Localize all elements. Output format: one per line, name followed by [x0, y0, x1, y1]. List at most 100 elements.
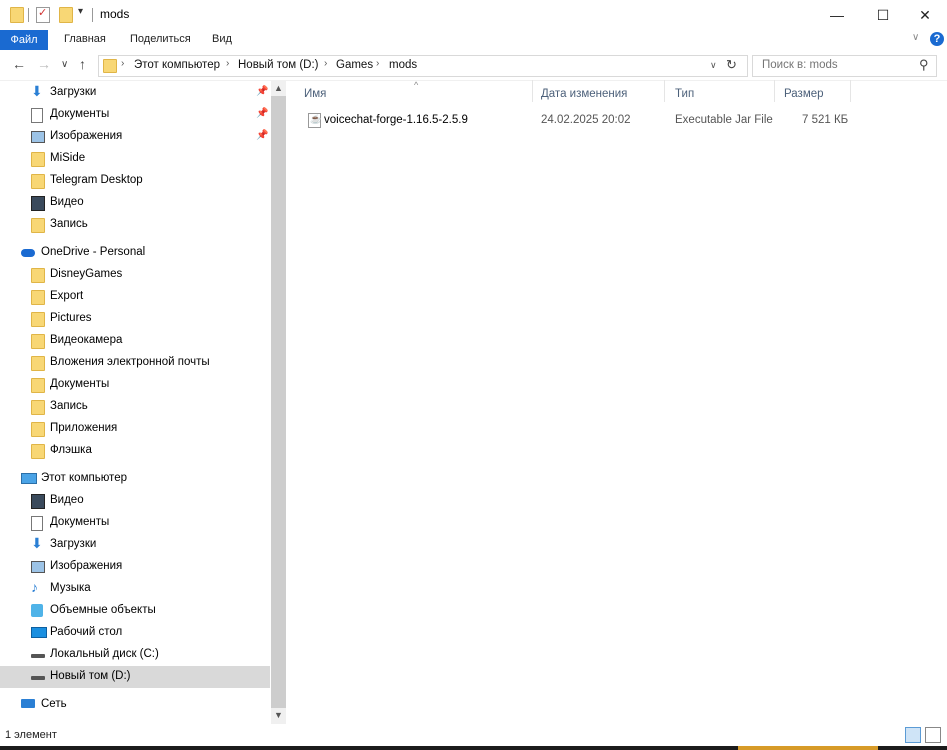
computer-icon	[21, 473, 37, 484]
breadcrumb-this-pc[interactable]: Этот компьютер	[134, 59, 220, 71]
help-icon[interactable]: ?	[930, 32, 944, 46]
recent-locations-button[interactable]: ∨	[61, 59, 68, 70]
address-bar[interactable]: › Этот компьютер › Новый том (D:) › Game…	[98, 55, 748, 77]
video-icon	[31, 494, 45, 509]
sidebar-item-local-disk-c[interactable]: Локальный диск (C:)	[0, 644, 270, 666]
sidebar-item-pc-music[interactable]: ♪ Музыка	[0, 578, 270, 600]
network-icon	[21, 699, 35, 708]
file-date: 24.02.2025 20:02	[541, 114, 631, 126]
breadcrumb-mods[interactable]: mods	[389, 59, 417, 71]
scroll-down-arrow-icon[interactable]: ▼	[274, 710, 283, 720]
tab-share[interactable]: Поделиться	[130, 33, 191, 45]
documents-icon	[31, 108, 43, 123]
sidebar-item-apps[interactable]: Приложения	[0, 418, 270, 440]
customize-toolbar-icon[interactable]: ▾	[78, 6, 83, 17]
pictures-icon	[31, 131, 45, 143]
column-header-date[interactable]: Дата изменения	[541, 88, 627, 100]
scrollbar-thumb[interactable]	[271, 96, 286, 708]
sidebar-item-documents-onedrive[interactable]: Документы	[0, 374, 270, 396]
breadcrumb-separator: ›	[226, 58, 230, 69]
refresh-icon[interactable]: ↻	[726, 57, 737, 73]
column-divider[interactable]	[850, 80, 851, 102]
sidebar-item-documents[interactable]: Документы 📌	[0, 104, 270, 126]
close-button[interactable]: ✕	[903, 0, 947, 30]
ribbon-expand-icon[interactable]: ∨	[912, 32, 919, 43]
pin-icon: 📌	[256, 130, 269, 141]
tab-home[interactable]: Главная	[64, 33, 106, 45]
sidebar-item-pictures[interactable]: Изображения 📌	[0, 126, 270, 148]
forward-button[interactable]: →	[37, 56, 51, 72]
ribbon: Файл Главная Поделиться Вид ∨ ?	[0, 30, 947, 50]
sidebar-item-pc-pictures[interactable]: Изображения	[0, 556, 270, 578]
sidebar-item-downloads[interactable]: ⬇ Загрузки 📌	[0, 82, 270, 104]
pin-icon: 📌	[256, 86, 269, 97]
navigation-pane: ⬇ Загрузки 📌 Документы 📌 Изображения 📌 M…	[0, 80, 286, 724]
pin-icon: 📌	[256, 108, 269, 119]
file-name: voicechat-forge-1.16.5-2.5.9	[324, 114, 468, 126]
details-view-icon[interactable]	[905, 727, 921, 743]
up-button[interactable]: ↑	[79, 56, 86, 72]
download-icon: ⬇	[31, 83, 43, 99]
scroll-up-arrow-icon[interactable]: ▲	[274, 83, 283, 93]
sort-ascending-icon: ^	[414, 80, 419, 90]
breadcrumb-separator: ›	[121, 58, 125, 69]
sidebar-item-recording-onedrive[interactable]: Запись	[0, 396, 270, 418]
sidebar-item-pictures-onedrive[interactable]: Pictures	[0, 308, 270, 330]
sidebar-item-video[interactable]: Видео	[0, 192, 270, 214]
taskbar-active-app[interactable]	[738, 746, 878, 750]
sidebar-item-pc-documents[interactable]: Документы	[0, 512, 270, 534]
sidebar-item-volume-d[interactable]: Новый том (D:)	[0, 666, 270, 688]
3d-objects-icon	[31, 604, 43, 617]
breadcrumb-separator: ›	[324, 58, 328, 69]
column-divider[interactable]	[664, 80, 665, 102]
sidebar-item-pc-video[interactable]: Видео	[0, 490, 270, 512]
column-header-size[interactable]: Размер	[784, 88, 824, 100]
sidebar-item-email-attachments[interactable]: Вложения электронной почты	[0, 352, 270, 374]
column-divider[interactable]	[774, 80, 775, 102]
address-dropdown-icon[interactable]: ∨	[710, 60, 717, 71]
sidebar-item-camera-roll[interactable]: Видеокамера	[0, 330, 270, 352]
sidebar-item-pc-3d-objects[interactable]: Объемные объекты	[0, 600, 270, 622]
column-header-name[interactable]: Имя	[304, 88, 326, 100]
sidebar-item-miside[interactable]: MiSide	[0, 148, 270, 170]
file-size: 7 521 КБ	[802, 114, 849, 126]
sidebar-scrollbar[interactable]: ▲ ▼	[271, 80, 286, 724]
new-folder-icon[interactable]	[59, 7, 73, 23]
sidebar-item-this-pc[interactable]: Этот компьютер	[0, 468, 270, 490]
sidebar-item-pc-desktop[interactable]: Рабочий стол	[0, 622, 270, 644]
download-icon: ⬇	[31, 535, 43, 551]
file-type: Executable Jar File	[675, 114, 773, 126]
video-icon	[31, 196, 45, 211]
breadcrumb-games[interactable]: Games	[336, 59, 373, 71]
folder-icon	[31, 312, 45, 327]
breadcrumb-separator: ›	[376, 58, 380, 69]
sidebar-item-telegram-desktop[interactable]: Telegram Desktop	[0, 170, 270, 192]
search-input[interactable]	[760, 58, 914, 72]
minimize-button[interactable]: —	[815, 0, 859, 30]
sidebar-item-flash[interactable]: Флэшка	[0, 440, 270, 462]
tab-file[interactable]: Файл	[0, 30, 48, 50]
sidebar-item-onedrive[interactable]: OneDrive - Personal	[0, 242, 270, 264]
search-icon[interactable]: ⚲	[919, 57, 929, 73]
sidebar-item-network[interactable]: Сеть	[0, 694, 270, 716]
folder-icon	[31, 334, 45, 349]
column-header-type[interactable]: Тип	[675, 88, 694, 100]
folder-icon	[31, 268, 45, 283]
properties-icon[interactable]: ✓	[36, 7, 50, 23]
sidebar-item-export[interactable]: Export	[0, 286, 270, 308]
folder-icon	[31, 400, 45, 415]
large-icons-view-icon[interactable]	[925, 727, 941, 743]
search-box[interactable]: ⚲	[752, 55, 937, 77]
sidebar-item-disneygames[interactable]: DisneyGames	[0, 264, 270, 286]
folder-icon	[31, 218, 45, 233]
folder-icon	[31, 422, 45, 437]
sidebar-item-pc-downloads[interactable]: ⬇ Загрузки	[0, 534, 270, 556]
back-button[interactable]: ←	[12, 56, 26, 72]
sidebar-item-recording[interactable]: Запись	[0, 214, 270, 236]
maximize-button[interactable]: ☐	[861, 0, 905, 30]
file-list: ^ Имя Дата изменения Тип Размер ☕ voicec…	[288, 80, 947, 724]
breadcrumb-volume-d[interactable]: Новый том (D:)	[238, 59, 319, 71]
column-divider[interactable]	[532, 80, 533, 102]
file-row[interactable]: ☕ voicechat-forge-1.16.5-2.5.9 24.02.202…	[306, 110, 906, 130]
tab-view[interactable]: Вид	[212, 33, 232, 45]
